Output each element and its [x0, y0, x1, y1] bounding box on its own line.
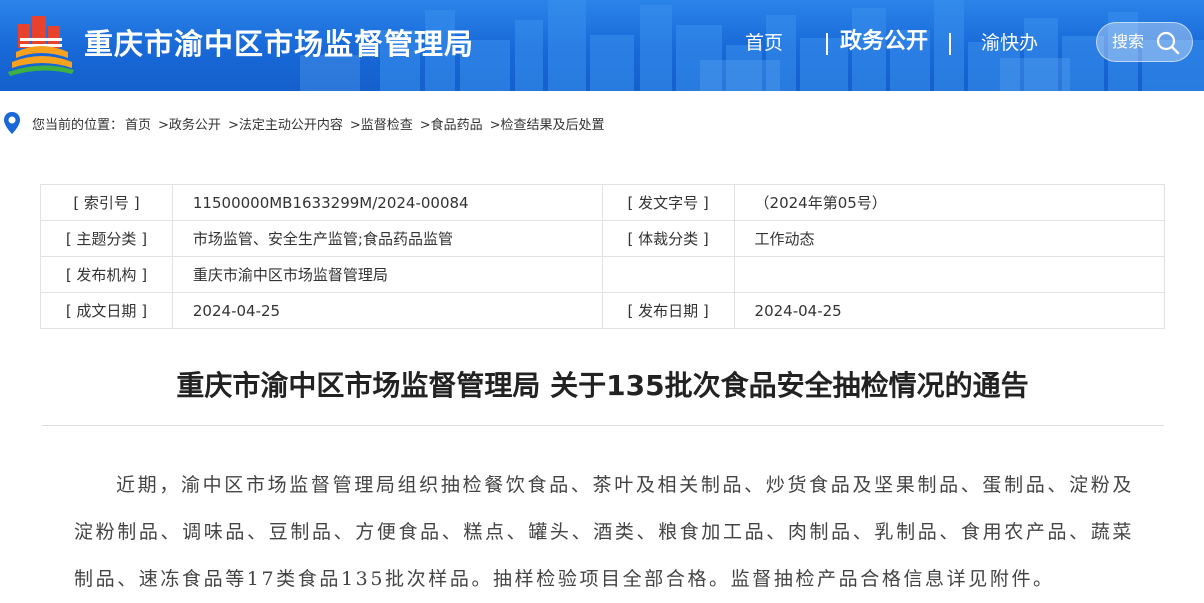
info-label: [ 发布日期 ] — [601, 292, 735, 329]
breadcrumb-prefix: 您当前的位置： — [32, 117, 124, 133]
breadcrumb-item-statutory-disclosure[interactable]: >法定主动公开内容 — [228, 114, 343, 133]
info-value — [733, 256, 1166, 293]
nav-separator — [949, 33, 951, 55]
search-icon — [1156, 31, 1180, 55]
info-value: 重庆市渝中区市场监督管理局 — [171, 256, 603, 293]
nav-separator — [826, 33, 828, 55]
title-divider — [42, 425, 1164, 426]
table-row: [ 成文日期 ] 2024-04-25 [ 发布日期 ] 2024-04-25 — [40, 292, 1166, 329]
nav-item-government-affairs[interactable]: 政务公开 — [840, 27, 928, 57]
nav-item-home[interactable]: 首页 — [745, 28, 783, 58]
table-row: [ 主题分类 ] 市场监管、安全生产监管;食品药品监管 [ 体裁分类 ] 工作动… — [40, 220, 1166, 257]
info-label: [ 主题分类 ] — [40, 220, 173, 257]
table-row: [ 索引号 ] 11500000MB1633299M/2024-00084 [ … — [40, 184, 1166, 221]
info-label: [ 发文字号 ] — [601, 184, 735, 221]
info-value: 2024-04-25 — [733, 292, 1166, 329]
info-label: [ 索引号 ] — [40, 184, 173, 221]
article-body-paragraph: 近期，渝中区市场监督管理局组织抽检餐饮食品、茶叶及相关制品、炒货食品及坚果制品、… — [74, 474, 1134, 590]
main-nav: 首页 政务公开 渝快办 — [0, 28, 1204, 62]
info-value: （2024年第05号） — [733, 184, 1166, 221]
nav-item-yukuaiban[interactable]: 渝快办 — [981, 28, 1038, 58]
info-label: [ 成文日期 ] — [40, 292, 173, 329]
info-label — [601, 256, 735, 293]
location-pin-icon — [4, 112, 20, 134]
breadcrumb-item-home[interactable]: 首页 — [125, 114, 151, 133]
info-value: 11500000MB1633299M/2024-00084 — [171, 184, 603, 221]
site-header: 重庆市渝中区市场监督管理局 首页 政务公开 渝快办 搜索 — [0, 0, 1204, 91]
table-row: [ 发布机构 ] 重庆市渝中区市场监督管理局 — [40, 256, 1166, 293]
breadcrumb-item-food-drugs[interactable]: >食品药品 — [420, 114, 483, 133]
article-title: 重庆市渝中区市场监督管理局 关于135批次食品安全抽检情况的通告 — [176, 369, 1029, 402]
info-label: [ 体裁分类 ] — [601, 220, 735, 257]
info-value: 2024-04-25 — [171, 292, 603, 329]
breadcrumb-item-inspection-results[interactable]: >检查结果及后处置 — [490, 114, 605, 133]
breadcrumb-item-supervision-inspection[interactable]: >监督检查 — [350, 114, 413, 133]
info-value: 市场监管、安全生产监管;食品药品监管 — [171, 220, 603, 257]
search-button[interactable]: 搜索 — [1096, 22, 1193, 62]
breadcrumb-item-government-affairs[interactable]: >政务公开 — [158, 114, 221, 133]
info-label: [ 发布机构 ] — [40, 256, 173, 293]
info-value: 工作动态 — [733, 220, 1166, 257]
breadcrumb: 您当前的位置： 首页 >政务公开 >法定主动公开内容 >监督检查 >食品药品 >… — [2, 110, 612, 136]
document-info-table: [ 索引号 ] 11500000MB1633299M/2024-00084 [ … — [40, 184, 1166, 329]
search-button-label: 搜索 — [1112, 32, 1145, 51]
